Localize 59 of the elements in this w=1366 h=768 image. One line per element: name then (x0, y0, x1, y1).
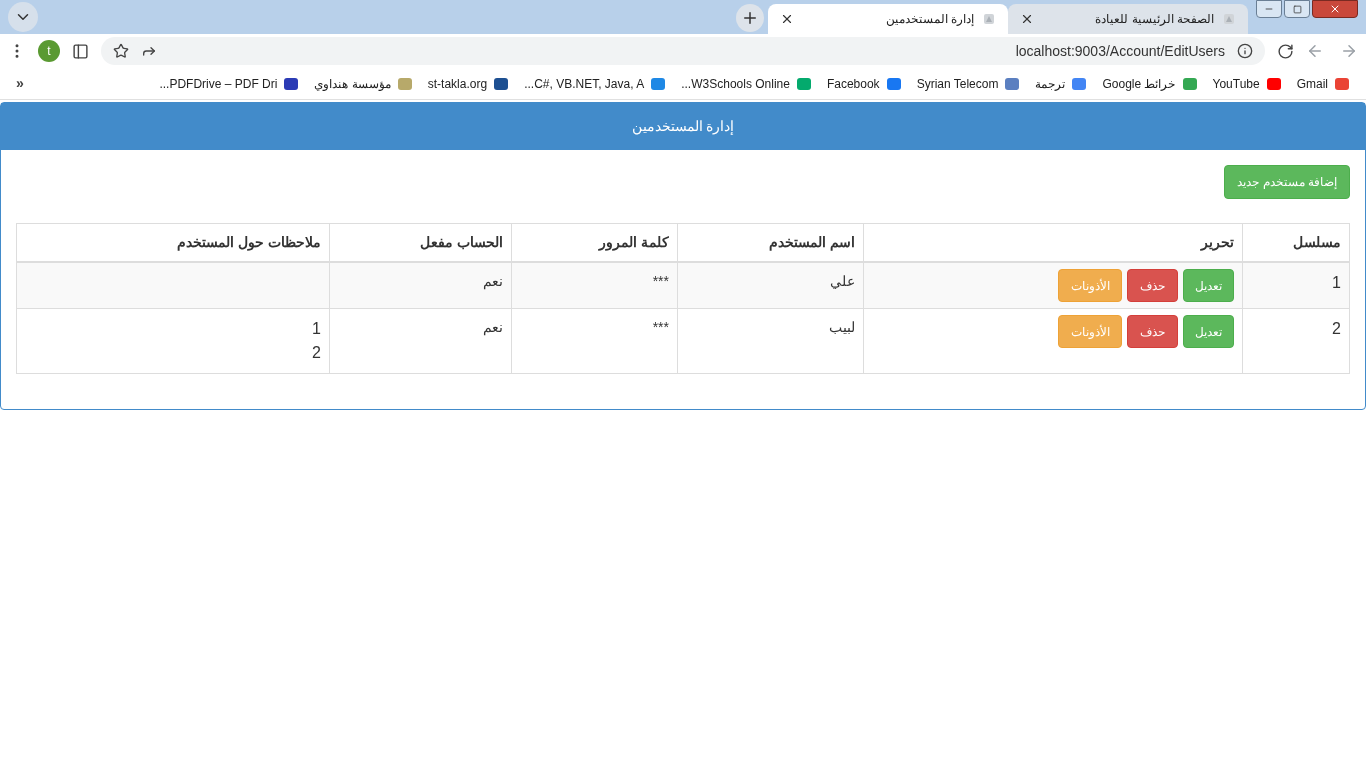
close-icon[interactable] (780, 12, 794, 26)
note-line: 1 (311, 319, 321, 339)
browser-tab[interactable]: الصفحة الرئيسية للعيادة (1008, 4, 1248, 34)
info-icon[interactable] (1237, 43, 1253, 59)
bookmark[interactable]: Gmail (1296, 74, 1350, 93)
delete-button[interactable]: حذف (1127, 315, 1178, 348)
bookmark[interactable]: C#, VB.NET, Java, A... (524, 74, 667, 93)
bookmark[interactable]: ترجمة (1035, 74, 1088, 93)
address-bar[interactable]: localhost:9003/Account/EditUsers (101, 37, 1265, 65)
table-cell: 2 (1242, 308, 1350, 374)
url-text: localhost:9003/Account/EditUsers (1015, 41, 1225, 61)
bookmark[interactable]: Facebook (826, 74, 902, 93)
favicon-icon (493, 75, 510, 92)
table-cell: نعم (329, 262, 512, 309)
delete-button[interactable]: حذف (1127, 269, 1178, 302)
bookmark[interactable]: YouTube (1212, 74, 1282, 93)
favicon-icon (283, 75, 300, 92)
bookmark[interactable]: W3Schools Online... (681, 74, 812, 93)
favicon-icon (1265, 75, 1282, 92)
favicon-icon (1071, 75, 1088, 92)
page-icon (1222, 12, 1236, 26)
bookmark[interactable]: خرائط Google (1102, 74, 1198, 93)
favicon-icon (396, 75, 413, 92)
tab-search-button[interactable] (8, 2, 38, 32)
more-bookmarks-button[interactable]: « (16, 73, 24, 94)
favicon-icon (650, 75, 667, 92)
window-restore-button[interactable] (1284, 0, 1310, 18)
close-icon[interactable] (1020, 12, 1034, 26)
restore-icon (1292, 4, 1302, 14)
table-cell: *** (511, 308, 678, 374)
reload-icon[interactable] (1277, 42, 1294, 60)
star-icon[interactable] (113, 43, 129, 59)
favicon-icon (885, 75, 902, 92)
new-tab-button[interactable] (736, 4, 764, 32)
browser-tab[interactable]: إدارة المستخدمين (768, 4, 1008, 34)
table-cell: علي (677, 262, 864, 309)
table-cell: *** (511, 262, 678, 309)
bookmark[interactable]: Syrian Telecom (916, 74, 1021, 93)
panel-title: إدارة المستخدمين (631, 117, 735, 137)
favicon-icon (1181, 75, 1198, 92)
side-panel-icon[interactable] (72, 42, 89, 60)
bookmark[interactable]: PDFDrive – PDF Dri... (159, 74, 300, 93)
tab-title: الصفحة الرئيسية للعيادة (1094, 11, 1214, 28)
page-icon (982, 12, 996, 26)
window-close-button[interactable] (1312, 0, 1358, 18)
favicon-icon (795, 75, 812, 92)
note-line: 2 (311, 343, 321, 363)
bookmark[interactable]: مؤسسة هنداوي (314, 74, 413, 93)
forward-icon[interactable] (1340, 42, 1358, 60)
close-icon (1329, 3, 1341, 15)
window-minimize-button[interactable] (1256, 0, 1282, 18)
favicon-icon (1004, 75, 1021, 92)
table-cell: نعم (329, 308, 512, 374)
favicon-icon (1334, 75, 1350, 92)
bookmark[interactable]: st-takla.org (427, 74, 510, 93)
table-cell: 1 (1242, 262, 1350, 309)
table-cell: لبيب (677, 308, 864, 374)
back-icon[interactable] (1306, 42, 1324, 60)
tab-title: إدارة المستخدمين (884, 11, 974, 28)
